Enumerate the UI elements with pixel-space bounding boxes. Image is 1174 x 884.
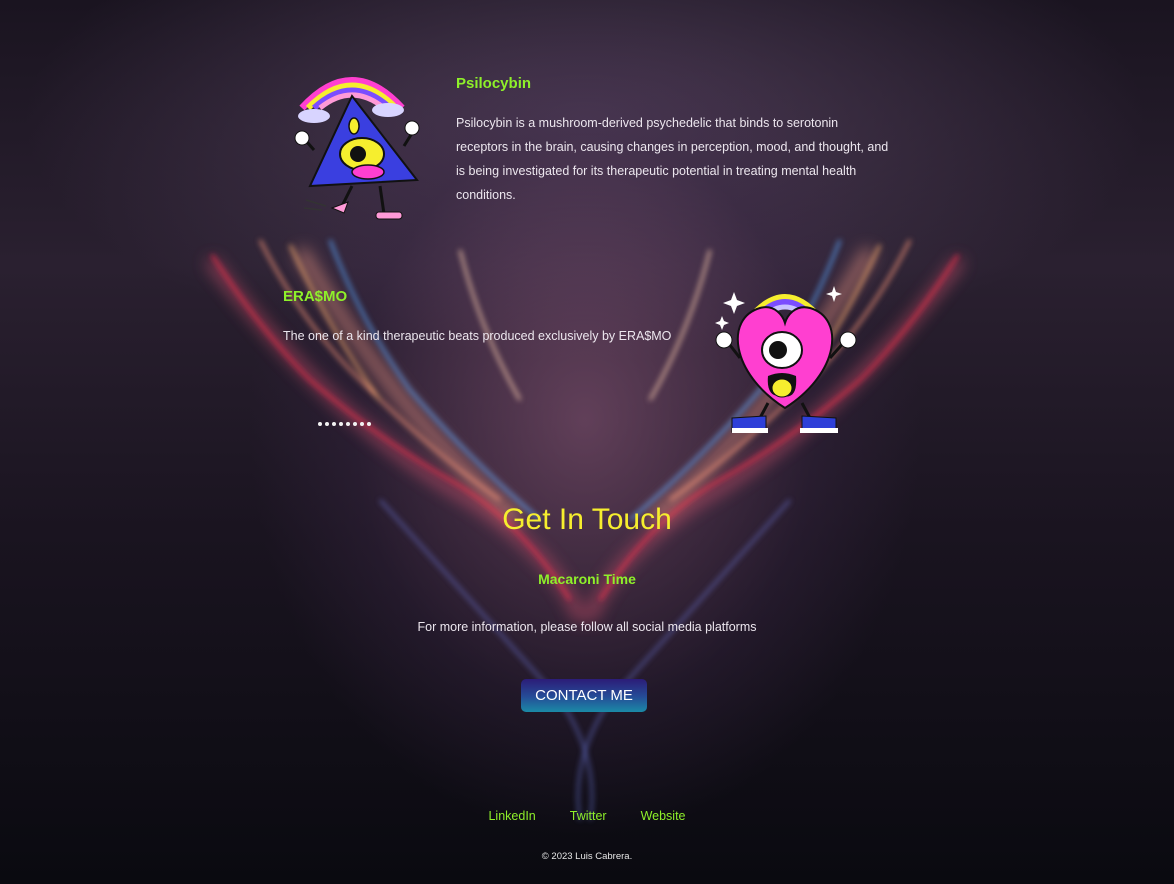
carousel-dot[interactable]	[332, 422, 336, 426]
carousel-dot[interactable]	[353, 422, 357, 426]
carousel-dot[interactable]	[325, 422, 329, 426]
psilocybin-line: Psilocybin is a mushroom-derived psyched…	[456, 116, 839, 130]
carousel-dot[interactable]	[360, 422, 364, 426]
contact-me-button[interactable]: CONTACT ME	[521, 679, 647, 712]
carousel-dots[interactable]	[318, 422, 371, 426]
contact-subtitle: Macaroni Time	[538, 571, 636, 587]
psilocybin-line: conditions.	[456, 188, 516, 202]
footer-social-links: LinkedIn Twitter Website	[0, 809, 1174, 823]
linkedin-link[interactable]: LinkedIn	[488, 809, 535, 823]
pyramid-eye-character-icon	[294, 77, 420, 220]
get-in-touch-heading: Get In Touch	[502, 503, 672, 536]
psilocybin-title: Psilocybin	[456, 75, 532, 92]
heart-eye-character-icon	[715, 286, 857, 433]
psilocybin-description: Psilocybin is a mushroom-derived psyched…	[456, 111, 888, 207]
psilocybin-line: is being investigated for its therapeuti…	[456, 164, 857, 178]
website-link[interactable]: Website	[641, 809, 686, 823]
carousel-dot[interactable]	[367, 422, 371, 426]
erasmo-title: ERA$MO	[283, 288, 348, 305]
psilocybin-line: receptors in the brain, causing changes …	[456, 140, 889, 154]
twitter-link[interactable]: Twitter	[570, 809, 607, 823]
contact-description: For more information, please follow all …	[417, 620, 757, 634]
copyright-text: © 2023 Luis Cabrera.	[541, 851, 633, 862]
erasmo-description: The one of a kind therapeutic beats prod…	[283, 329, 672, 343]
carousel-dot[interactable]	[346, 422, 350, 426]
carousel-dot[interactable]	[318, 422, 322, 426]
carousel-dot[interactable]	[339, 422, 343, 426]
